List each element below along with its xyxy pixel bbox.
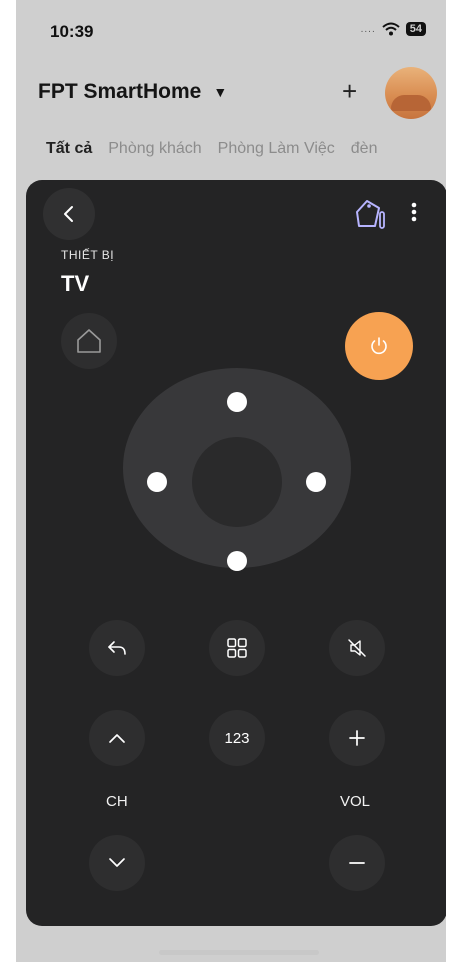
channel-down-button[interactable] <box>89 835 145 891</box>
add-button[interactable]: + <box>342 76 357 107</box>
channel-label: CH <box>106 793 128 810</box>
wifi-icon <box>382 22 400 36</box>
room-tabs: Tất cả Phòng khách Phòng Làm Việc đèn <box>46 140 377 158</box>
tab-lights[interactable]: đèn <box>351 140 378 158</box>
chevron-left-icon <box>64 206 73 222</box>
power-icon <box>371 337 387 355</box>
plus-icon <box>349 730 365 746</box>
dpad-up[interactable] <box>227 392 247 412</box>
signal-icon: .... <box>360 23 376 35</box>
chevron-down-icon <box>109 858 125 867</box>
dpad-right[interactable] <box>306 472 326 492</box>
status-time: 10:39 <box>50 22 94 41</box>
volume-label: VOL <box>340 793 371 810</box>
caret-down-icon: ▼ <box>213 84 228 100</box>
more-vertical-icon[interactable] <box>411 202 417 222</box>
dpad-left[interactable] <box>147 472 167 492</box>
numpad-button[interactable]: 123 <box>209 710 265 766</box>
home-icon <box>77 329 101 353</box>
page-title: FPT SmartHome <box>38 80 202 103</box>
dpad-ok-button[interactable] <box>192 437 282 527</box>
tag-pen-icon[interactable] <box>351 198 391 232</box>
volume-down-button[interactable] <box>329 835 385 891</box>
mute-button[interactable] <box>329 620 385 676</box>
status-bar: 10:39 .... 54 <box>16 0 446 60</box>
minus-icon <box>349 862 365 864</box>
avatar[interactable] <box>385 67 437 119</box>
status-indicators: .... 54 <box>361 22 426 36</box>
power-button[interactable] <box>345 312 413 380</box>
channel-up-button[interactable] <box>89 710 145 766</box>
grid-icon <box>227 638 247 658</box>
tab-office[interactable]: Phòng Làm Việc <box>218 140 335 158</box>
tab-living-room[interactable]: Phòng khách <box>108 140 201 158</box>
remote-panel: THIẾT BỊ TV 123 CH VOL <box>26 180 446 926</box>
home-selector[interactable]: FPT SmartHome ▼ <box>38 80 227 104</box>
device-name: TV <box>61 271 90 296</box>
battery-icon: 54 <box>405 22 426 36</box>
chevron-up-icon <box>109 734 125 743</box>
volume-up-button[interactable] <box>329 710 385 766</box>
home-indicator[interactable] <box>159 950 319 955</box>
dpad <box>123 368 351 571</box>
dpad-down[interactable] <box>227 551 247 571</box>
mute-icon <box>348 639 366 657</box>
tab-all[interactable]: Tất cả <box>46 140 92 158</box>
device-label: THIẾT BỊ <box>61 248 115 262</box>
return-icon <box>108 641 126 655</box>
home-button[interactable] <box>61 313 117 369</box>
numpad-label: 123 <box>224 729 250 747</box>
return-button[interactable] <box>89 620 145 676</box>
apps-button[interactable] <box>209 620 265 676</box>
back-button[interactable] <box>43 188 95 240</box>
app-screen: 10:39 .... 54 FPT SmartHome ▼ + Tất cả P… <box>16 0 446 962</box>
